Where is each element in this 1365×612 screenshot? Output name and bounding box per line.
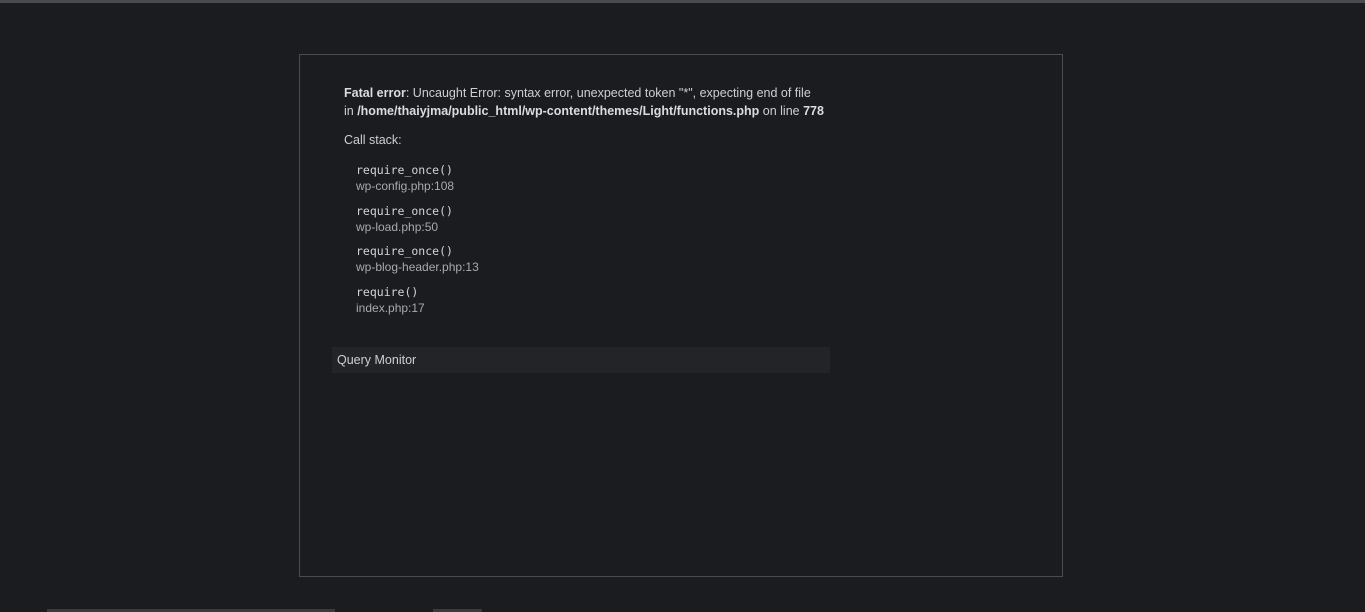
stack-frame: require_once() wp-blog-header.php:13 — [356, 243, 479, 284]
error-label: Fatal error — [344, 86, 406, 100]
error-text: Uncaught Error: syntax error, unexpected… — [412, 86, 811, 100]
query-monitor-toggle[interactable]: Query Monitor — [332, 347, 830, 373]
stack-frame: require_once() wp-load.php:50 — [356, 203, 479, 244]
top-divider — [0, 0, 1365, 3]
call-stack-label: Call stack: — [344, 133, 402, 147]
stack-frame-function: require_once() — [356, 203, 453, 218]
stack-frame-function: require_once() — [356, 163, 453, 177]
stack-frame-function: require_once() — [356, 244, 453, 258]
error-message: Fatal error: Uncaught Error: syntax erro… — [344, 86, 824, 118]
stack-frame: require() index.php:17 — [356, 284, 479, 325]
stack-frame: require_once() wp-config.php:108 — [356, 162, 479, 203]
error-file-path: /home/thaiyjma/public_html/wp-content/th… — [357, 104, 760, 118]
fatal-error-panel: Fatal error: Uncaught Error: syntax erro… — [299, 54, 1063, 577]
query-monitor-label: Query Monitor — [337, 353, 417, 367]
stack-frame-location: wp-config.php:108 — [356, 179, 455, 193]
stack-frame-location: index.php:17 — [356, 300, 425, 315]
call-stack-list: require_once() wp-config.php:108 require… — [356, 162, 479, 324]
stack-frame-location: wp-load.php:50 — [356, 219, 439, 234]
stack-frame-location: wp-blog-header.php:13 — [356, 260, 479, 274]
error-line-number: 778 — [803, 104, 824, 118]
stack-frame-function: require() — [356, 284, 419, 299]
